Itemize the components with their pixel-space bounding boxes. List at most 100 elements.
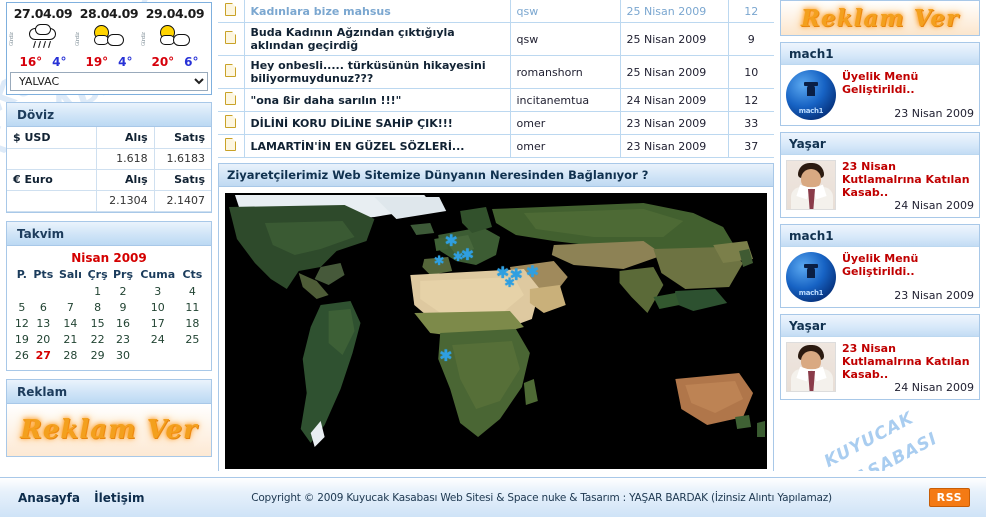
table-row[interactable]: Kadınlara bize mahsus qsw 25 Nisan 2009 … [218,0,774,23]
currency-table: $ USD Alış Satış 1.618 1.6183 € Euro Alı… [7,127,211,212]
calendar-day-cell[interactable]: 4 [180,284,205,300]
calendar-day-cell[interactable]: 20 [31,332,56,348]
calendar-day-cell[interactable]: 6 [31,300,56,316]
calendar-day-cell[interactable]: 10 [136,300,180,316]
news-panel: mach1 mach1 Üyelik Menü Geliştirildi.. 2… [780,42,980,126]
news-date: 23 Nisan 2009 [894,107,974,120]
calendar-day-cell[interactable]: 18 [180,316,205,332]
calendar-day-header: Salı [58,267,82,281]
topic-title[interactable]: Buda Kadının Ağzından çıktığıyla aklında… [244,22,511,56]
topic-date: 23 Nisan 2009 [620,111,729,135]
rain-icon [26,24,60,52]
calendar-day-cell[interactable]: 24 [136,332,180,348]
table-row: 1.618 1.6183 [7,148,211,170]
calendar-day-cell[interactable]: 1 [85,284,110,300]
calendar-day-cell[interactable] [13,284,31,300]
left-sidebar: 27.04.09 Gündüz 16° 4° 28.04.09 Gündüz 1… [6,2,212,465]
calendar-day-cell[interactable]: 8 [85,300,110,316]
calendar-day-cell[interactable]: 26 [13,348,31,364]
weather-city-select[interactable]: YALVAC [10,72,208,91]
table-row: € Euro Alış Satış [7,169,211,191]
calendar-day-cell[interactable]: 17 [136,316,180,332]
topic-title[interactable]: LAMARTİN'İN EN GÜZEL SÖZLERİ... [244,134,511,158]
world-map[interactable]: ✱ ✱ ✱ ✱ ✱ ✱ ✱ ✱ ✱ [225,193,767,469]
calendar-day-cell[interactable]: 15 [85,316,110,332]
news-text: 23 Nisan Kutlamalrına Katılan Kasab.. 24… [842,342,974,394]
calendar-day-cell[interactable]: 30 [110,348,135,364]
document-icon [225,31,237,44]
calendar-day-cell[interactable]: 13 [31,316,56,332]
calendar-day-cell[interactable] [180,348,205,364]
calendar-day-cell[interactable]: 21 [56,332,85,348]
advert-panel-title: Reklam [7,379,211,404]
calendar-day-cell[interactable]: 19 [13,332,31,348]
document-icon [225,3,237,16]
topic-author[interactable]: incitanemtua [510,88,621,112]
rss-button[interactable]: RSS [928,488,970,507]
topic-author[interactable]: romanshorn [510,55,621,89]
table-row[interactable]: Hey onbesli..... türküsünün hikayesini b… [218,55,774,89]
top-advert-banner[interactable]: Reklam Ver [780,0,980,36]
calendar-day-cell[interactable]: 3 [136,284,180,300]
calendar-day-cell[interactable]: 11 [180,300,205,316]
advert-banner[interactable]: Reklam Ver [7,403,211,456]
document-icon [225,115,237,128]
calendar-day-cell[interactable]: 9 [110,300,135,316]
topic-title[interactable]: Kadınlara bize mahsus [244,0,511,23]
calendar-day-cell[interactable]: 16 [110,316,135,332]
topic-reply-count: 37 [728,134,774,158]
visitor-map-wrap: ✱ ✱ ✱ ✱ ✱ ✱ ✱ ✱ ✱ [219,187,773,475]
world-map-landmass [225,193,767,469]
visitor-marker-caucasus: ✱ [525,261,540,281]
currency-panel-title: Döviz [7,103,211,127]
calendar-panel-title: Takvim [7,221,211,246]
weather-high: 20° [151,55,175,69]
news-date: 24 Nisan 2009 [894,381,974,394]
footer-link-contact[interactable]: İletişim [94,491,144,505]
table-row[interactable]: Buda Kadının Ağzından çıktığıyla aklında… [218,22,774,56]
calendar-day-cell[interactable] [56,284,85,300]
footer-link-home[interactable]: Anasayfa [18,491,80,505]
right-sidebar: Reklam Ver mach1 mach1 Üyelik Menü Geliş… [780,0,980,406]
news-title[interactable]: 23 Nisan Kutlamalrına Katılan Kasab.. [842,160,974,199]
news-author-title: Yaşar [781,315,979,337]
calendar-day-cell-today[interactable]: 27 [31,348,56,364]
calendar-day-cell[interactable]: 14 [56,316,85,332]
calendar-day-cell[interactable] [136,348,180,364]
currency-sell-value: 1.6183 [154,148,211,170]
calendar-day-cell[interactable]: 12 [13,316,31,332]
topic-title[interactable]: Hey onbesli..... türküsünün hikayesini b… [244,55,511,89]
news-title[interactable]: Üyelik Menü Geliştirildi.. [842,70,974,96]
topic-author[interactable]: omer [510,111,621,135]
calendar-week-row: 26 27 28 29 30 [13,348,205,364]
weather-icon-area: Gündüz [75,21,142,55]
news-author-title: mach1 [781,43,979,65]
calendar-day-cell[interactable]: 7 [56,300,85,316]
table-row[interactable]: LAMARTİN'İN EN GÜZEL SÖZLERİ... omer 23 … [218,134,774,158]
topic-title[interactable]: DİLİNİ KORU DİLİNE SAHİP ÇIK!!! [244,111,511,135]
calendar-day-cell[interactable]: 2 [110,284,135,300]
sun-cloud-icon [158,24,192,52]
visitor-marker-turkey-3: ✱ [504,276,516,292]
calendar-day-cell[interactable]: 5 [13,300,31,316]
news-title[interactable]: Üyelik Menü Geliştirildi.. [842,252,974,278]
table-row[interactable]: DİLİNİ KORU DİLİNE SAHİP ÇIK!!! omer 23 … [218,111,774,135]
table-row[interactable]: "ona ßir daha sarılın !!!" incitanemtua … [218,88,774,112]
calendar-panel: Takvim Nisan 2009 P. Pts Salı Çrş Prş Cu… [6,220,212,371]
topic-author[interactable]: qsw [510,0,621,23]
topic-title[interactable]: "ona ßir daha sarılın !!!" [244,88,511,112]
yasar-photo-avatar [786,342,836,392]
topic-author[interactable]: qsw [510,22,621,56]
visitor-map-panel: Ziyaretçilerimiz Web Sitemize Dünyanın N… [218,163,774,476]
visitor-marker-germany: ✱ [460,245,475,265]
calendar-day-cell[interactable] [31,284,56,300]
calendar-day-cell[interactable]: 23 [110,332,135,348]
topic-author[interactable]: omer [510,134,621,158]
currency-buy-label: Alış [96,127,155,149]
calendar-day-cell[interactable]: 29 [85,348,110,364]
news-title[interactable]: 23 Nisan Kutlamalrına Katılan Kasab.. [842,342,974,381]
news-panel: mach1 mach1 Üyelik Menü Geliştirildi.. 2… [780,224,980,308]
calendar-day-cell[interactable]: 22 [85,332,110,348]
calendar-day-cell[interactable]: 28 [56,348,85,364]
calendar-day-cell[interactable]: 25 [180,332,205,348]
